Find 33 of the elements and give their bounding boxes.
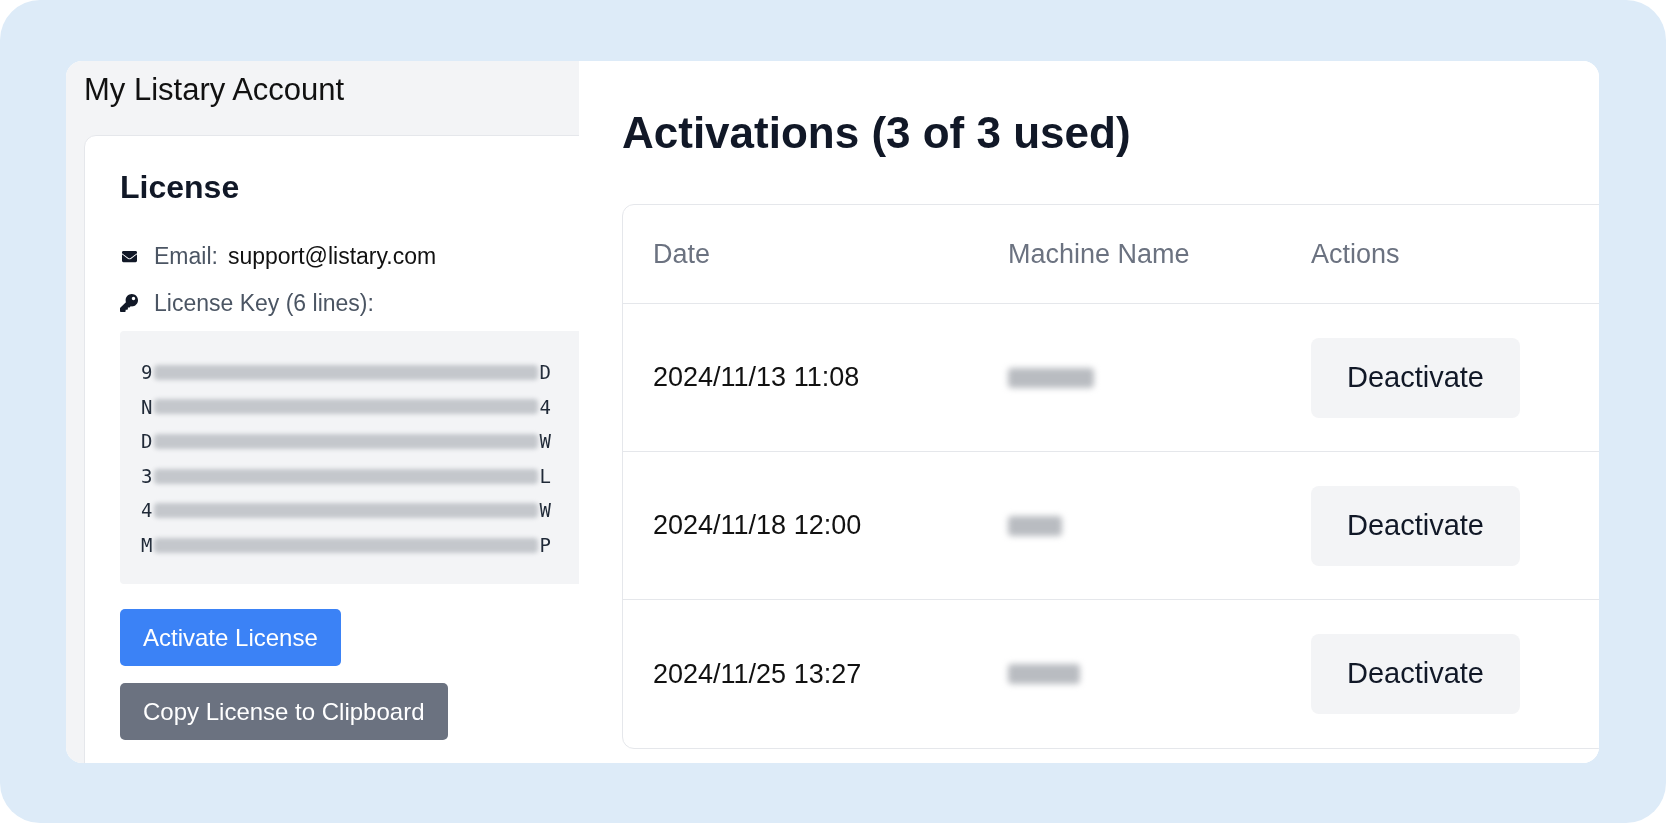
column-header: Machine Name (1008, 237, 1190, 271)
license-key-char: 3 (141, 463, 153, 489)
blurred-text (1008, 664, 1080, 684)
license-key-char: 9 (141, 360, 153, 386)
license-heading: License (120, 169, 240, 205)
column-header: Actions (1311, 237, 1400, 271)
envelope-icon (120, 248, 139, 264)
license-key-char: M (141, 533, 153, 558)
date-cell-text: 2024/11/18 12:00 (653, 509, 862, 543)
copy-button[interactable]: Copy License to Clipboard (120, 683, 448, 740)
license-key-char: 4 (539, 394, 551, 420)
blurred-text (1008, 515, 1062, 536)
deactivate-button[interactable]: Deactivate (1311, 485, 1520, 566)
license-key-char: W (539, 429, 551, 455)
license-key-char: W (539, 498, 551, 524)
license-key-char: D (141, 429, 153, 455)
deactivate-button[interactable]: Deactivate (1311, 634, 1520, 714)
date-cell-text: 2024/11/13 11:08 (653, 361, 860, 395)
account-title: My Listary Account (84, 72, 345, 108)
email-label: Email: (154, 241, 218, 271)
activations-heading: Activations (3 of 3 used) (622, 107, 1131, 159)
date-cell-text: 2024/11/25 13:27 (653, 657, 862, 691)
deactivate-button[interactable]: Deactivate (1311, 337, 1520, 418)
activate-button[interactable]: Activate License (120, 609, 341, 666)
license-key-label: License Key (6 lines): (154, 288, 374, 318)
column-header: Date (653, 237, 711, 271)
license-key-char: P (539, 533, 551, 558)
license-key-char: D (539, 360, 551, 386)
license-key-char: N (141, 394, 153, 420)
email-value: support@listary.com (227, 241, 437, 271)
license-key-char: 4 (141, 498, 153, 524)
key-icon (120, 294, 138, 312)
license-key-char: L (539, 463, 551, 489)
